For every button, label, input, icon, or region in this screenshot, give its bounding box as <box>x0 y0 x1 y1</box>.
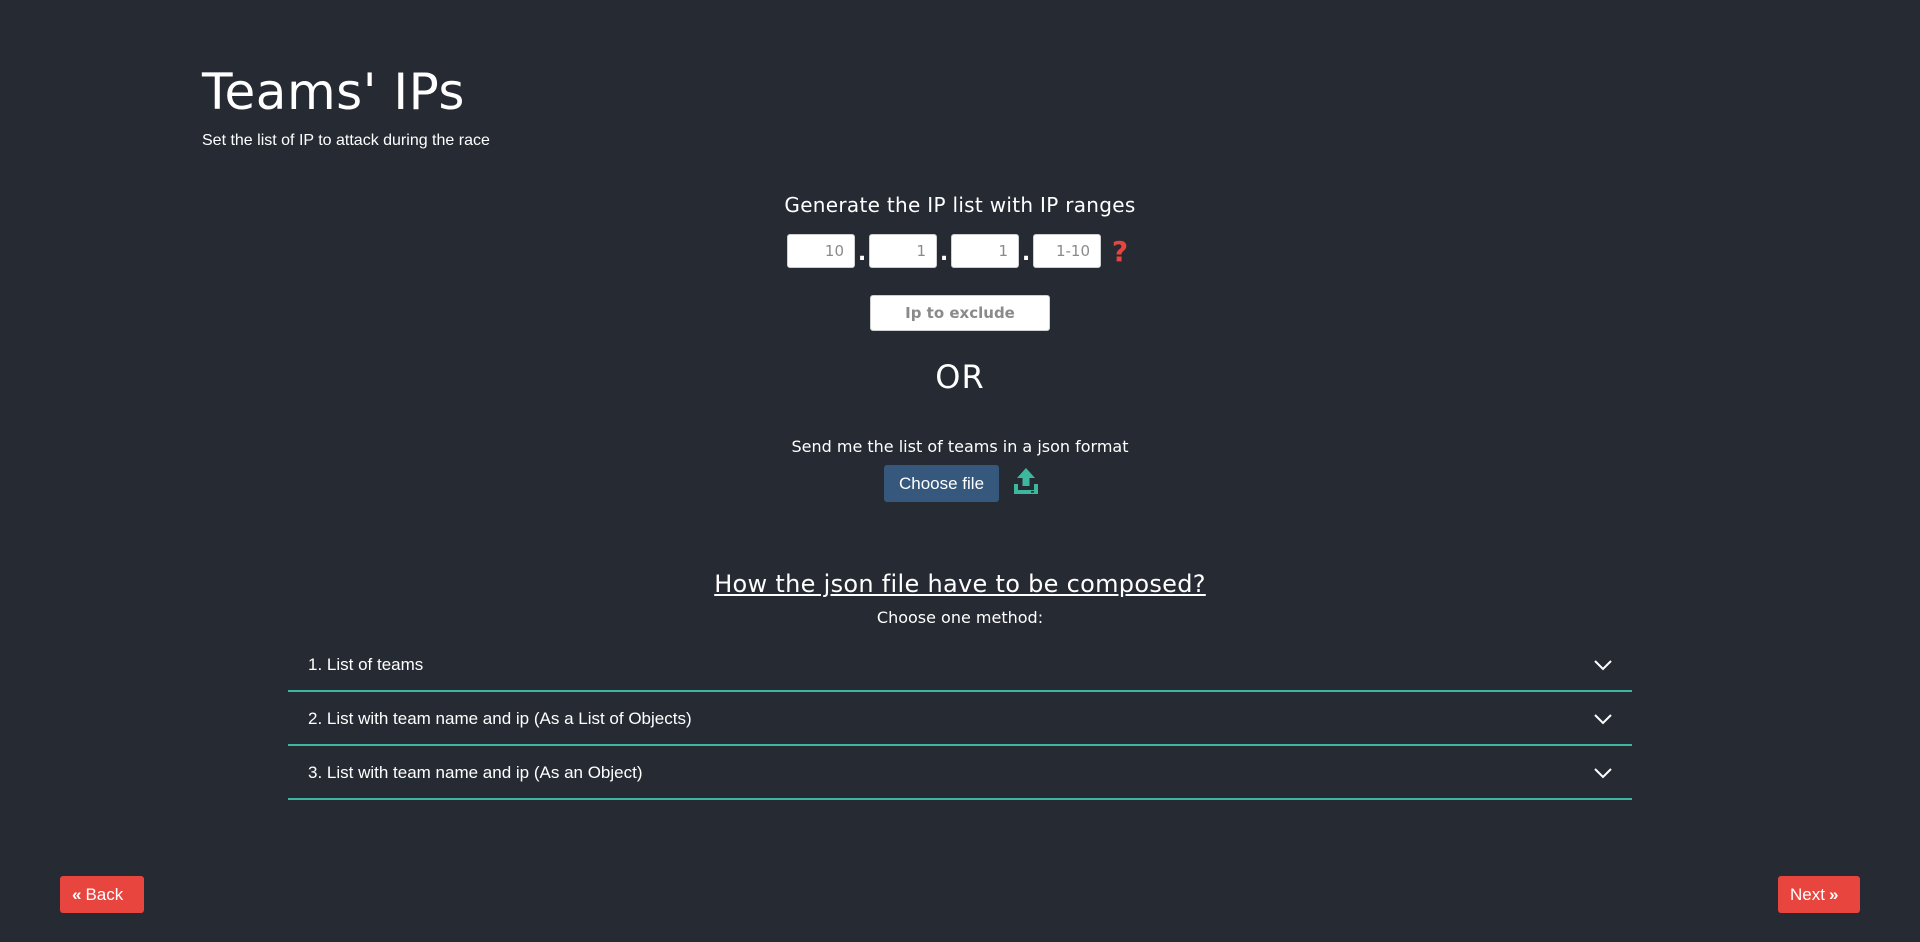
or-divider-text: OR <box>935 358 985 396</box>
ip-octet-2-input[interactable] <box>869 234 937 268</box>
generator-title: Generate the IP list with IP ranges <box>784 193 1136 217</box>
chevron-down-icon <box>1594 714 1612 725</box>
accordion-item-label: 3. List with team name and ip (As an Obj… <box>308 763 643 782</box>
page-title: Teams' IPs <box>202 63 465 121</box>
file-upload-row: Choose file <box>884 465 1041 502</box>
accordion-item-as-object[interactable]: 3. List with team name and ip (As an Obj… <box>288 748 1632 800</box>
ip-separator: . <box>857 241 867 266</box>
back-button[interactable]: « Back <box>60 876 144 913</box>
ip-octet-1-input[interactable] <box>787 234 855 268</box>
chevron-down-icon <box>1594 660 1612 671</box>
accordion-item-label: 1. List of teams <box>308 655 424 674</box>
ip-exclude-input[interactable] <box>870 295 1050 331</box>
json-help-title[interactable]: How the json file have to be composed? <box>0 570 1920 598</box>
ip-octet-3-input[interactable] <box>951 234 1019 268</box>
back-button-label: Back <box>85 884 124 904</box>
upload-icon[interactable] <box>1011 466 1041 496</box>
choose-file-button[interactable]: Choose file <box>884 465 999 502</box>
ip-octet-4-input[interactable] <box>1033 234 1101 268</box>
chevron-down-icon <box>1594 768 1612 779</box>
accordion-item-label: 2. List with team name and ip (As a List… <box>308 709 692 728</box>
page-header: Teams' IPs Set the list of IP to attack … <box>202 62 490 150</box>
double-chevron-right-icon: » <box>1828 885 1839 904</box>
accordion-item-list-of-teams[interactable]: 1. List of teams <box>288 640 1632 692</box>
methods-accordion: 1. List of teams 2. List with team name … <box>288 640 1632 802</box>
next-button-label: Next <box>1790 884 1825 904</box>
ip-separator: . <box>1021 241 1031 266</box>
question-mark-icon[interactable]: ? <box>1109 234 1131 268</box>
double-chevron-left-icon: « <box>72 885 82 904</box>
ip-range-row: . . . ? <box>787 231 1131 271</box>
upload-label: Send me the list of teams in a json form… <box>791 437 1129 456</box>
page: Teams' IPs Set the list of IP to attack … <box>0 0 1920 942</box>
ip-separator: . <box>939 241 949 266</box>
json-help-subtitle: Choose one method: <box>876 608 1044 627</box>
accordion-item-list-of-objects[interactable]: 2. List with team name and ip (As a List… <box>288 694 1632 746</box>
page-subtitle: Set the list of IP to attack during the … <box>202 132 490 149</box>
next-button[interactable]: Next » <box>1778 876 1860 913</box>
